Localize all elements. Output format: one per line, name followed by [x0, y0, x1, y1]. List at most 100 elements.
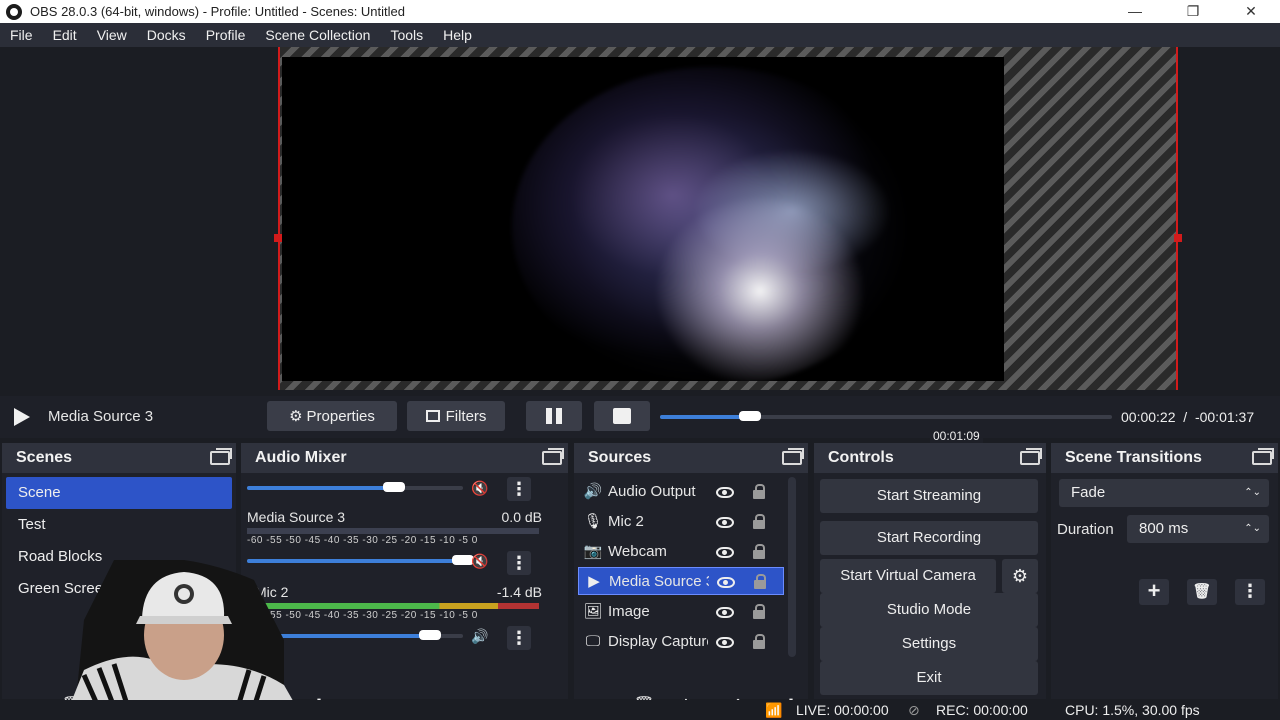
volume-slider[interactable]	[247, 482, 463, 492]
volume-handle[interactable]	[418, 630, 441, 640]
seek-handle[interactable]	[739, 411, 762, 421]
lock-icon	[753, 543, 765, 559]
image-icon: 🖼	[583, 603, 603, 620]
obs-logo-icon	[6, 3, 22, 20]
lock-toggle[interactable]	[742, 543, 776, 559]
start-streaming-button[interactable]: Start Streaming	[820, 479, 1038, 513]
source-item[interactable]: 🖵 Display Capture	[578, 627, 784, 655]
menu-docks[interactable]: Docks	[137, 23, 196, 47]
scene-item[interactable]: Scene	[6, 477, 232, 509]
resize-handle-right[interactable]	[1174, 234, 1182, 242]
menu-view[interactable]: View	[87, 23, 137, 47]
duration-label: Duration	[1057, 521, 1114, 538]
duration-spinbox[interactable]: 800 ms ⌃⌄	[1127, 515, 1269, 543]
channel-menu-button[interactable]: ⋮	[507, 551, 531, 575]
visibility-toggle[interactable]	[708, 633, 742, 649]
virtual-camera-settings-button[interactable]: ⚙	[1002, 559, 1038, 593]
lock-icon	[753, 513, 765, 529]
scene-item[interactable]: Test	[6, 509, 232, 541]
live-status: LIVE: 00:00:00	[796, 702, 889, 718]
speaker-icon[interactable]: 🔊	[471, 628, 488, 645]
start-virtual-camera-button[interactable]: Start Virtual Camera	[820, 559, 996, 593]
lock-toggle[interactable]	[742, 603, 776, 619]
play-icon: ▶	[588, 573, 600, 590]
channel-menu-button[interactable]: ⋮	[507, 626, 531, 650]
filters-label: Filters	[445, 407, 487, 425]
pause-button[interactable]	[526, 401, 582, 431]
menu-file[interactable]: File	[0, 23, 43, 47]
source-item-selected[interactable]: ▶ Media Source 3	[578, 567, 784, 595]
volume-handle[interactable]	[382, 482, 405, 492]
menu-tools[interactable]: Tools	[380, 23, 433, 47]
window-title: OBS 28.0.3 (64-bit, windows) - Profile: …	[30, 4, 405, 19]
status-bar: 📶 LIVE: 00:00:00 ⊘ REC: 00:00:00 CPU: 1.…	[0, 700, 1280, 720]
settings-button[interactable]: Settings	[820, 627, 1038, 661]
seek-slider[interactable]	[660, 411, 1112, 421]
source-item[interactable]: 📷 Webcam	[578, 537, 784, 565]
media-preview[interactable]	[282, 57, 1004, 381]
stop-icon	[613, 408, 631, 424]
properties-label: Properties	[306, 407, 375, 425]
properties-button[interactable]: ⚙ Properties	[267, 401, 397, 431]
sources-title: Sources	[588, 449, 652, 466]
undock-icon[interactable]	[542, 448, 564, 465]
lock-toggle[interactable]	[742, 633, 776, 649]
lock-icon	[754, 573, 766, 589]
menu-edit[interactable]: Edit	[43, 23, 87, 47]
visibility-toggle[interactable]	[709, 573, 743, 589]
start-recording-button[interactable]: Start Recording	[820, 521, 1038, 555]
media-timecode: 00:00:22 / -00:01:37	[1121, 409, 1255, 425]
gear-icon: ⚙	[1011, 566, 1029, 586]
menu-help[interactable]: Help	[433, 23, 482, 47]
transitions-title: Scene Transitions	[1065, 449, 1202, 466]
sources-scrollbar[interactable]	[788, 477, 796, 657]
eye-icon	[716, 606, 734, 618]
minimize-button[interactable]: —	[1106, 0, 1164, 23]
preview-area[interactable]	[0, 47, 1280, 392]
menu-scene-collection[interactable]: Scene Collection	[255, 23, 380, 47]
volume-fill	[247, 486, 394, 490]
transition-menu-button[interactable]: ⋮	[1235, 579, 1265, 605]
speaker-icon: 🔊	[583, 483, 603, 500]
exit-button[interactable]: Exit	[820, 661, 1038, 695]
lock-toggle[interactable]	[742, 513, 776, 529]
eye-icon	[716, 636, 734, 648]
source-name: Webcam	[608, 542, 667, 560]
undock-icon[interactable]	[782, 448, 804, 465]
seek-progress	[660, 415, 751, 419]
lock-toggle[interactable]	[743, 573, 777, 589]
resize-handle-left[interactable]	[274, 234, 282, 242]
undock-icon[interactable]	[210, 448, 232, 465]
undock-icon[interactable]	[1252, 448, 1274, 465]
lock-toggle[interactable]	[742, 483, 776, 499]
filters-button[interactable]: Filters	[407, 401, 505, 431]
visibility-toggle[interactable]	[708, 513, 742, 529]
media-source-name: Media Source 3	[48, 408, 154, 425]
menu-profile[interactable]: Profile	[196, 23, 256, 47]
maximize-button[interactable]: ❐	[1164, 0, 1222, 23]
gear-icon: ⚙	[289, 408, 303, 425]
close-button[interactable]: ✕	[1222, 0, 1280, 23]
source-item[interactable]: 🎙 Mic 2	[578, 507, 784, 535]
add-transition-button[interactable]: +	[1139, 579, 1169, 605]
visibility-toggle[interactable]	[708, 483, 742, 499]
channel-db: 0.0 dB	[501, 509, 542, 525]
source-item[interactable]: 🖼 Image	[578, 597, 784, 625]
scenes-title: Scenes	[16, 449, 73, 466]
muted-speaker-icon[interactable]: 🔇	[471, 480, 488, 497]
trash-icon[interactable]: 🗑	[1187, 579, 1217, 605]
channel-db: -1.4 dB	[496, 584, 542, 600]
person-webcam-image	[64, 560, 304, 720]
visibility-toggle[interactable]	[708, 603, 742, 619]
play-icon[interactable]	[14, 408, 30, 426]
muted-speaker-icon[interactable]: 🔇	[471, 553, 488, 570]
source-item[interactable]: 🔊 Audio Output	[578, 477, 784, 505]
cpu-status: CPU: 1.5%, 30.00 fps	[1065, 702, 1200, 718]
stop-button[interactable]	[594, 401, 650, 431]
studio-mode-button[interactable]: Studio Mode	[820, 593, 1038, 627]
sources-dock: Sources 🔊 Audio Output 🎙 Mic 2 📷 Webcam …	[574, 443, 808, 717]
channel-menu-button[interactable]: ⋮	[507, 477, 531, 501]
visibility-toggle[interactable]	[708, 543, 742, 559]
undock-icon[interactable]	[1020, 448, 1042, 465]
transition-select[interactable]: Fade ⌃⌄	[1059, 479, 1269, 507]
